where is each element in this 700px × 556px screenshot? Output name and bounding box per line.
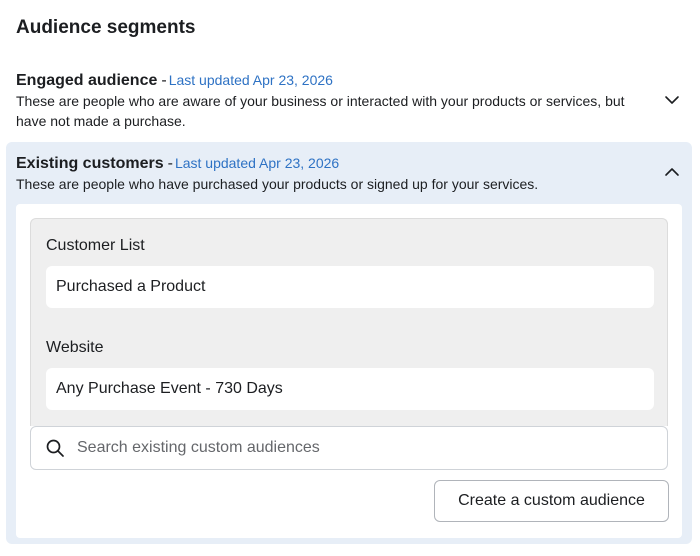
segment-last-updated: Last updated Apr 23, 2026 bbox=[168, 72, 333, 88]
search-existing-audiences[interactable] bbox=[30, 426, 668, 470]
chevron-up-icon[interactable] bbox=[662, 162, 682, 182]
audience-item-purchased-product[interactable]: Purchased a Product bbox=[46, 266, 654, 308]
segment-header[interactable]: Existing customers - Last updated Apr 23, … bbox=[16, 153, 652, 194]
segment-header: Engaged audience - Last updated Apr 23, 20… bbox=[16, 70, 652, 131]
segment-name: Existing customers bbox=[16, 155, 164, 172]
chevron-down-icon[interactable] bbox=[662, 90, 682, 110]
segment-engaged-audience[interactable]: Engaged audience - Last updated Apr 23, 20… bbox=[6, 62, 692, 138]
segment-content-panel: Customer List Purchased a Product Websit… bbox=[16, 204, 682, 538]
page-title: Audience segments bbox=[16, 17, 196, 38]
segment-last-updated: Last updated Apr 23, 2026 bbox=[174, 155, 340, 171]
segment-description: These are people who are aware of your b… bbox=[16, 93, 625, 129]
segment-description: These are people who have purchased your… bbox=[16, 176, 539, 192]
segment-name: Engaged audience bbox=[16, 72, 158, 89]
group-label-website: Website bbox=[46, 339, 104, 356]
selected-audiences-box: Customer List Purchased a Product Websit… bbox=[30, 218, 668, 426]
search-icon bbox=[46, 439, 64, 457]
segment-existing-customers: Existing customers - Last updated Apr 23, … bbox=[6, 142, 692, 544]
segment-separator: - bbox=[161, 72, 167, 89]
audience-item-any-purchase-event[interactable]: Any Purchase Event - 730 Days bbox=[46, 368, 654, 410]
segment-title-line: Existing customers - Last updated Apr 23, … bbox=[16, 153, 652, 174]
search-input[interactable] bbox=[77, 439, 637, 457]
segment-separator: - bbox=[167, 155, 173, 172]
group-label-customer-list: Customer List bbox=[46, 237, 145, 254]
create-custom-audience-button[interactable]: Create a custom audience bbox=[434, 480, 669, 522]
segment-title-line: Engaged audience - Last updated Apr 23, 20… bbox=[16, 70, 652, 91]
